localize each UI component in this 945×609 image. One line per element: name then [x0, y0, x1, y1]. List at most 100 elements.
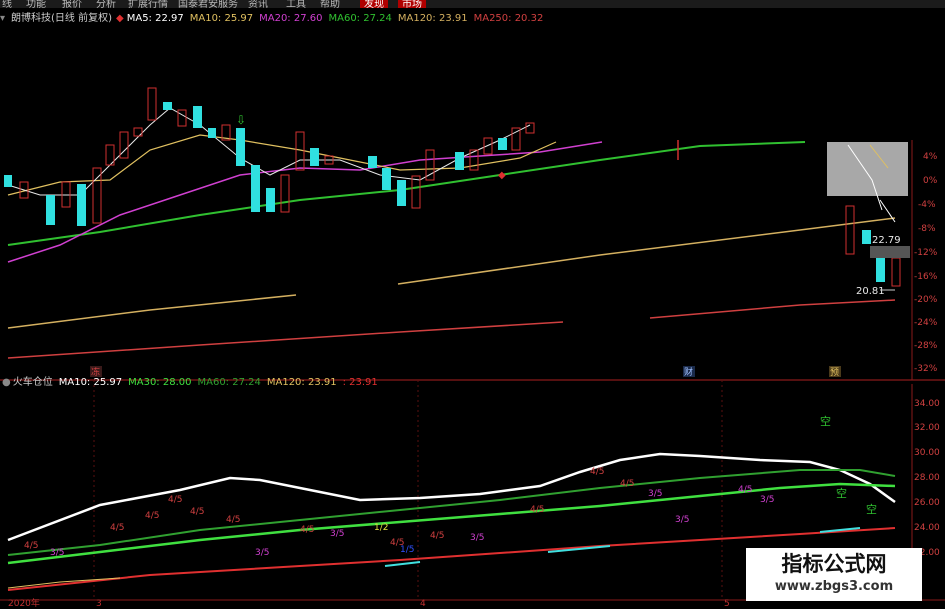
candle	[4, 175, 12, 187]
signal-label: 4/5	[110, 523, 124, 533]
watermark-url: www.zbgs3.com	[774, 579, 894, 594]
candle	[411, 175, 421, 209]
signal-label: 3/5	[50, 548, 64, 558]
signal-label: 4/5	[620, 479, 634, 489]
sub-ma60-label: MA60: 27.24	[197, 377, 261, 388]
watermark-title: 指标公式网	[781, 552, 887, 576]
event-marker-forecast[interactable]: 预	[830, 367, 839, 378]
candle	[511, 127, 521, 151]
signal-label: 4/5	[226, 515, 240, 525]
sub-settings-icon[interactable]: ●	[2, 377, 11, 388]
signal-label: 4/5	[190, 507, 204, 517]
candle	[845, 205, 855, 255]
pct-tick: -20%	[914, 295, 938, 305]
sub-indicator-title: 火车仓位	[12, 377, 53, 388]
sub-yellow-line	[7, 577, 121, 589]
pct-tick: -4%	[918, 200, 936, 210]
candle	[483, 137, 493, 155]
signal-label: 4/5	[168, 495, 182, 505]
ma10-line	[7, 134, 557, 196]
signal-label: 3/5	[255, 548, 269, 558]
sub-ma30-label: MA30: 28.00	[128, 377, 192, 388]
sub-y-tick: 34.00	[914, 399, 940, 409]
candle	[236, 128, 245, 166]
price-tag-bg	[870, 246, 910, 258]
pct-tick: -32%	[914, 364, 938, 374]
watermark-banner: 指标公式网 www.zbgs3.com	[746, 548, 922, 601]
signal-label: 4/5	[738, 485, 752, 495]
signal-label: 3/5	[470, 533, 484, 543]
signal-label: 1/5	[400, 545, 414, 555]
sub-y-axis: 34.00 32.00 30.00 28.00 26.00 24.00 22.0…	[914, 399, 940, 558]
candle	[280, 174, 290, 213]
sub-y-tick: 30.00	[914, 448, 940, 458]
candlesticks	[4, 87, 901, 287]
signal-label: 4/5	[145, 511, 159, 521]
signal-empty-label: 空	[866, 502, 877, 516]
pct-tick: -24%	[914, 318, 938, 328]
signal-label: 4/5	[24, 541, 38, 551]
candle	[382, 168, 391, 190]
sell-diamond-icon: ◆	[498, 170, 506, 181]
candle	[862, 230, 871, 244]
pct-tick: 4%	[923, 152, 938, 162]
price-high-label: 22.79	[872, 235, 901, 246]
signal-label: 4/5	[590, 467, 604, 477]
candle	[163, 102, 172, 110]
sub-y-tick: 28.00	[914, 473, 940, 483]
candle	[77, 184, 86, 226]
candle	[891, 257, 901, 287]
month-label: 4	[420, 599, 426, 609]
candle	[876, 254, 885, 282]
buy-arrow-icon: ⇩	[236, 113, 246, 127]
pct-tick: -8%	[918, 224, 936, 234]
signal-label: 4/5	[530, 505, 544, 515]
candle	[251, 165, 260, 212]
candle	[368, 156, 377, 168]
candle	[147, 87, 157, 121]
candle	[92, 167, 102, 224]
price-low-label: 20.81	[856, 286, 885, 297]
candle	[498, 138, 507, 150]
event-marker-finance[interactable]: 财	[684, 366, 693, 378]
pct-tick: -12%	[914, 248, 938, 258]
ma250-line	[649, 299, 896, 319]
sub-ma120-label: MA120: 23.91	[266, 377, 337, 388]
ma120-line	[7, 294, 297, 329]
candle	[525, 122, 535, 134]
candle	[46, 195, 55, 225]
sub-ma10-label: MA10: 25.97	[58, 377, 123, 388]
sub-extra-label: : 23.91	[342, 377, 378, 388]
signal-label: 3/5	[760, 495, 774, 505]
ma120-line	[397, 217, 896, 285]
signal-empty-label: 空	[820, 414, 831, 428]
mini-preview-box	[827, 142, 908, 196]
signal-empty-label: 空	[836, 486, 847, 500]
candle	[455, 152, 464, 170]
sub-y-tick: 24.00	[914, 523, 940, 533]
month-label: 3	[96, 599, 102, 609]
kline-chart-canvas[interactable]: ⇩ ◆ 22.79 20.81 4% 0% -4% -8% -12% -16% …	[0, 0, 945, 609]
sub-ma60-line	[7, 469, 896, 556]
candle	[208, 128, 216, 138]
month-label: 5	[724, 599, 730, 609]
signal-label: 1/2	[374, 523, 388, 533]
signal-label: 3/5	[675, 515, 689, 525]
signal-label: 4/5	[300, 525, 314, 535]
signal-label: 3/5	[648, 489, 662, 499]
candle	[193, 106, 202, 128]
ma250-line	[7, 321, 564, 359]
sub-y-tick: 32.00	[914, 423, 940, 433]
pct-tick: -16%	[914, 272, 938, 282]
candle	[397, 180, 406, 206]
sub-highlight-line	[384, 561, 421, 567]
signal-label: 3/5	[330, 529, 344, 539]
signal-label: 4/5	[430, 531, 444, 541]
year-label: 2020年	[8, 599, 40, 609]
sub-y-tick: 26.00	[914, 498, 940, 508]
candle	[177, 109, 187, 127]
pct-tick: -28%	[914, 341, 938, 351]
candle	[310, 148, 319, 166]
pct-tick: 0%	[923, 176, 938, 186]
sub-chart-info-bar: ● 火车仓位 MA10: 25.97 MA30: 28.00 MA60: 27.24 MA…	[2, 376, 384, 390]
